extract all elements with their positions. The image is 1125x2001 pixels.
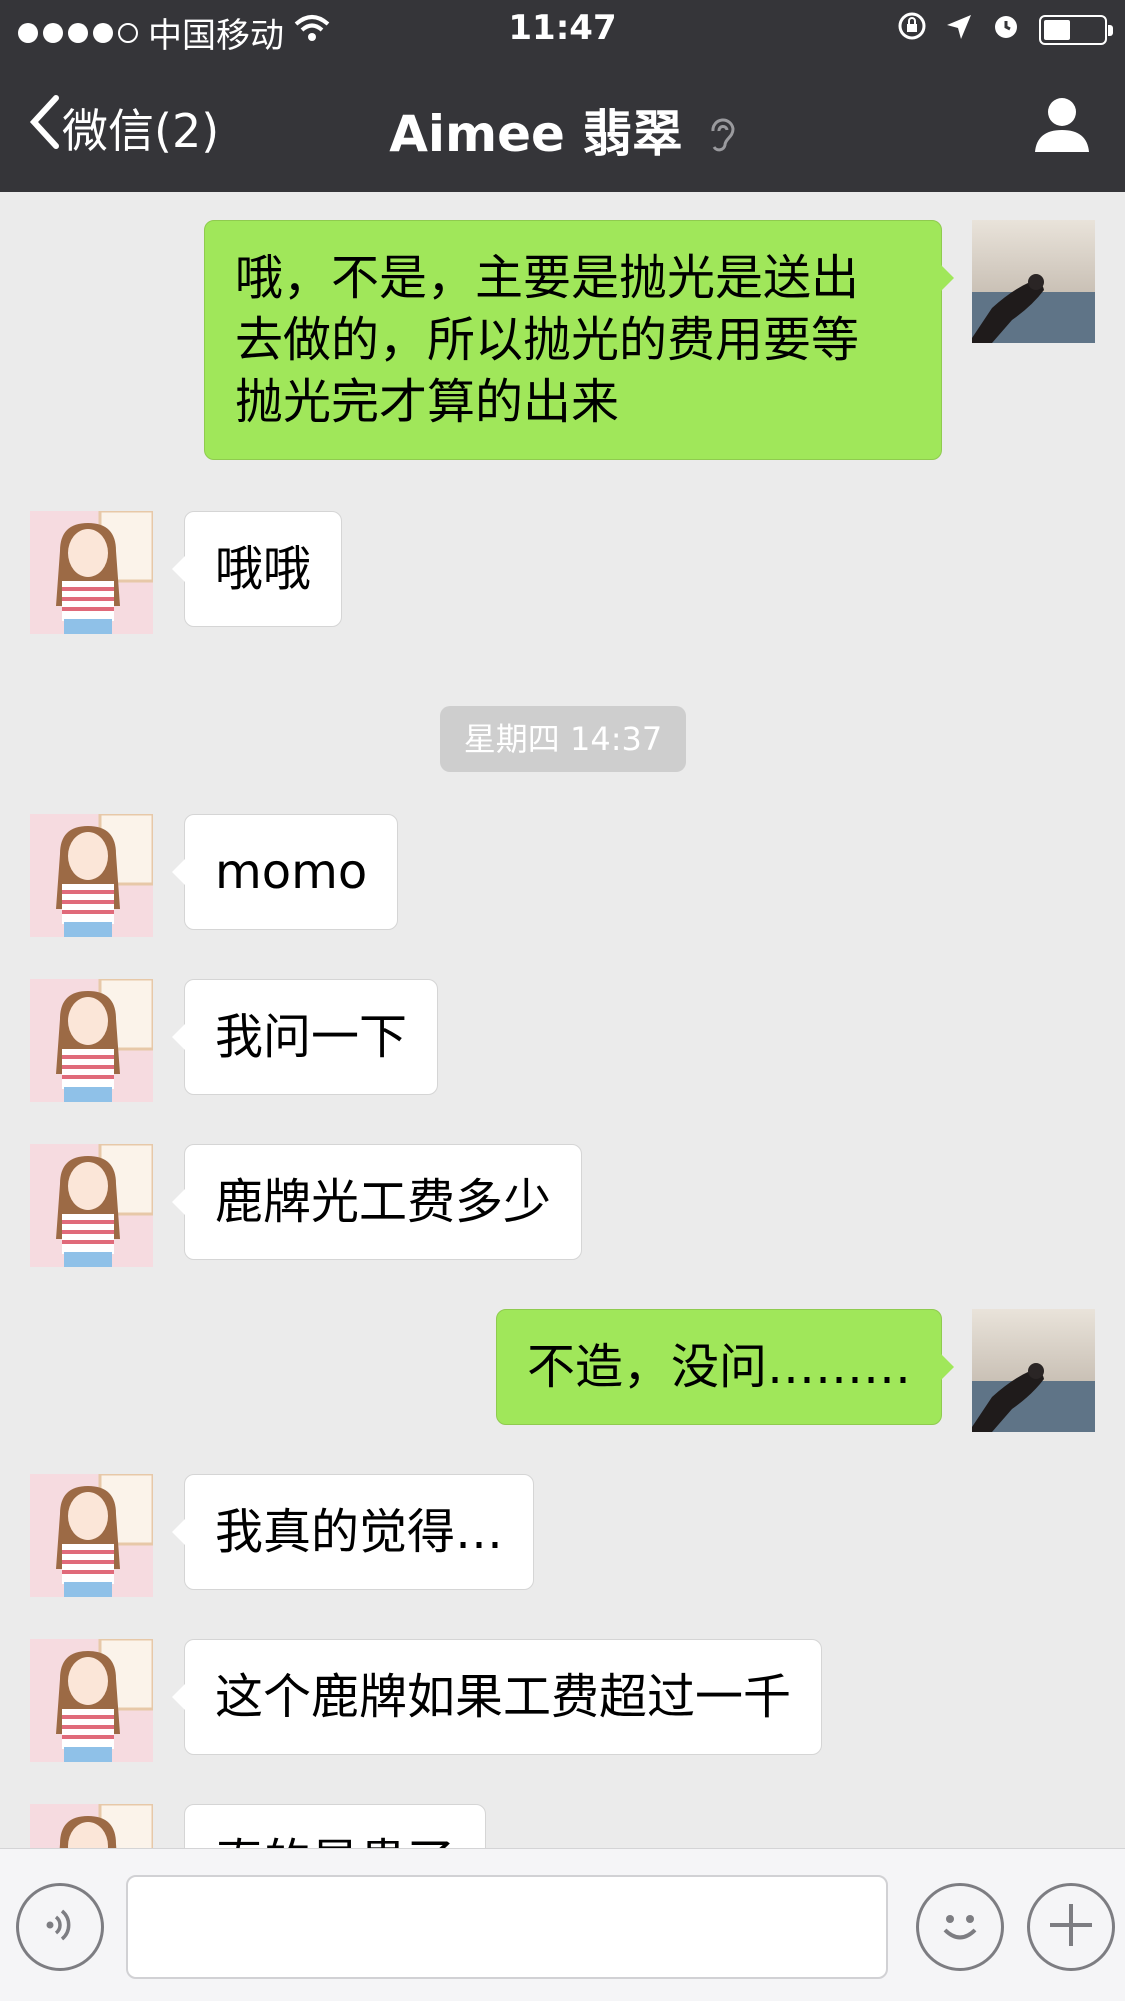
plus-icon <box>1046 1900 1096 1954</box>
contact-avatar[interactable] <box>30 1639 153 1762</box>
nav-bar: 微信(2) Aimee 翡翠 <box>0 60 1125 192</box>
message-input[interactable] <box>126 1875 888 1979</box>
timestamp-divider: 星期四 14:37 <box>440 706 686 772</box>
contact-avatar[interactable] <box>30 814 153 937</box>
message-bubble-outgoing[interactable]: 哦，不是，主要是抛光是送出 去做的，所以抛光的费用要等 抛光完才算的出来 <box>204 220 954 460</box>
alarm-icon <box>991 10 1021 50</box>
contact-avatar[interactable] <box>30 511 153 634</box>
battery-icon <box>1039 15 1113 45</box>
status-bar: 中国移动 11:47 <box>0 0 1125 60</box>
voice-button[interactable] <box>16 1883 104 1971</box>
message-bubble-incoming[interactable]: 鹿牌光工费多少 <box>171 1144 583 1260</box>
emoji-button[interactable] <box>916 1883 1004 1971</box>
location-icon <box>945 10 973 50</box>
message-bubble-incoming[interactable]: 我真的觉得… <box>171 1474 535 1590</box>
more-button[interactable] <box>1027 1883 1115 1971</box>
message-bubble-incoming[interactable]: momo <box>171 814 399 930</box>
my-avatar[interactable] <box>972 220 1095 343</box>
chat-screen: 中国移动 11:47 微信(2) Aimee 翡翠 哦，不是，主要是抛光是送出 … <box>0 0 1125 2001</box>
chat-title-wrap: Aimee 翡翠 <box>0 94 1125 167</box>
orientation-lock-icon <box>897 10 927 50</box>
voice-icon <box>38 1903 82 1951</box>
contact-avatar[interactable] <box>30 1804 153 1848</box>
person-icon[interactable] <box>1033 94 1091 158</box>
input-toolbar <box>0 1848 1125 2001</box>
contact-avatar[interactable] <box>30 1144 153 1267</box>
my-avatar[interactable] <box>972 1309 1095 1432</box>
message-list[interactable]: 哦，不是，主要是抛光是送出 去做的，所以抛光的费用要等 抛光完才算的出来 哦哦 … <box>0 192 1125 1848</box>
contact-avatar[interactable] <box>30 1474 153 1597</box>
battery-fill <box>1044 20 1070 40</box>
ear-icon <box>708 109 736 167</box>
chat-title: Aimee 翡翠 <box>389 105 683 163</box>
message-bubble-incoming[interactable]: 我问一下 <box>171 979 439 1095</box>
contact-avatar[interactable] <box>30 979 153 1102</box>
message-bubble-incoming[interactable]: 这个鹿牌如果工费超过一千 <box>171 1639 823 1755</box>
message-bubble-incoming[interactable]: 真的是贵了 <box>184 1804 487 1848</box>
message-bubble-incoming[interactable]: 哦哦 <box>171 511 343 627</box>
emoji-icon <box>930 1895 990 1959</box>
status-right <box>897 10 1113 50</box>
message-bubble-outgoing[interactable]: 不造，没问……… <box>495 1309 955 1425</box>
